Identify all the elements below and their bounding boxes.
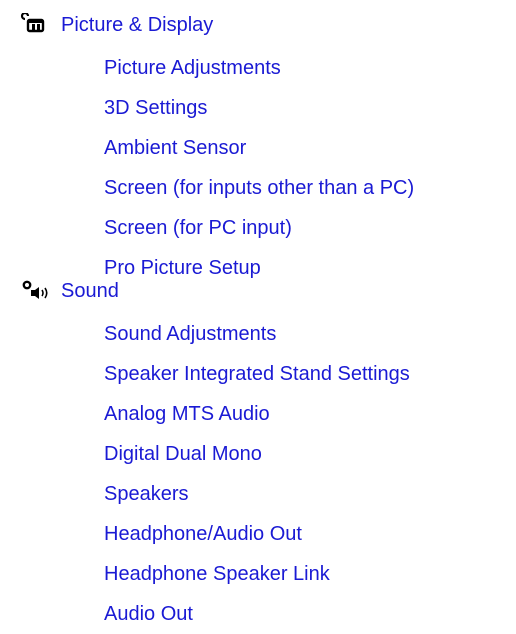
section-header-sound: Sound [0,279,516,303]
section-header-picture-display: Picture & Display [0,11,516,37]
picture-display-items: Picture Adjustments 3D Settings Ambient … [0,48,516,288]
section-picture-display: Picture & Display Picture Adjustments 3D… [0,11,516,288]
menu-item-headphone-audio-out[interactable]: Headphone/Audio Out [0,514,516,554]
menu-item-digital-dual-mono[interactable]: Digital Dual Mono [0,434,516,474]
menu-item-screen-pc[interactable]: Screen (for PC input) [0,208,516,248]
picture-display-icon [18,11,54,37]
menu-item-sound-adjustments[interactable]: Sound Adjustments [0,314,516,354]
menu-item-screen-non-pc[interactable]: Screen (for inputs other than a PC) [0,168,516,208]
section-link-sound[interactable]: Sound [61,279,119,303]
menu-item-analog-mts-audio[interactable]: Analog MTS Audio [0,394,516,434]
sound-items: Sound Adjustments Speaker Integrated Sta… [0,314,516,634]
menu-item-speaker-integrated-stand-settings[interactable]: Speaker Integrated Stand Settings [0,354,516,394]
menu-item-audio-out[interactable]: Audio Out [0,594,516,634]
menu-item-3d-settings[interactable]: 3D Settings [0,88,516,128]
sound-icon [18,279,54,303]
section-sound: Sound Sound Adjustments Speaker Integrat… [0,279,516,634]
menu-item-headphone-speaker-link[interactable]: Headphone Speaker Link [0,554,516,594]
menu-item-ambient-sensor[interactable]: Ambient Sensor [0,128,516,168]
section-link-picture-display[interactable]: Picture & Display [61,13,213,37]
menu-item-speakers[interactable]: Speakers [0,474,516,514]
menu-item-picture-adjustments[interactable]: Picture Adjustments [0,48,516,88]
